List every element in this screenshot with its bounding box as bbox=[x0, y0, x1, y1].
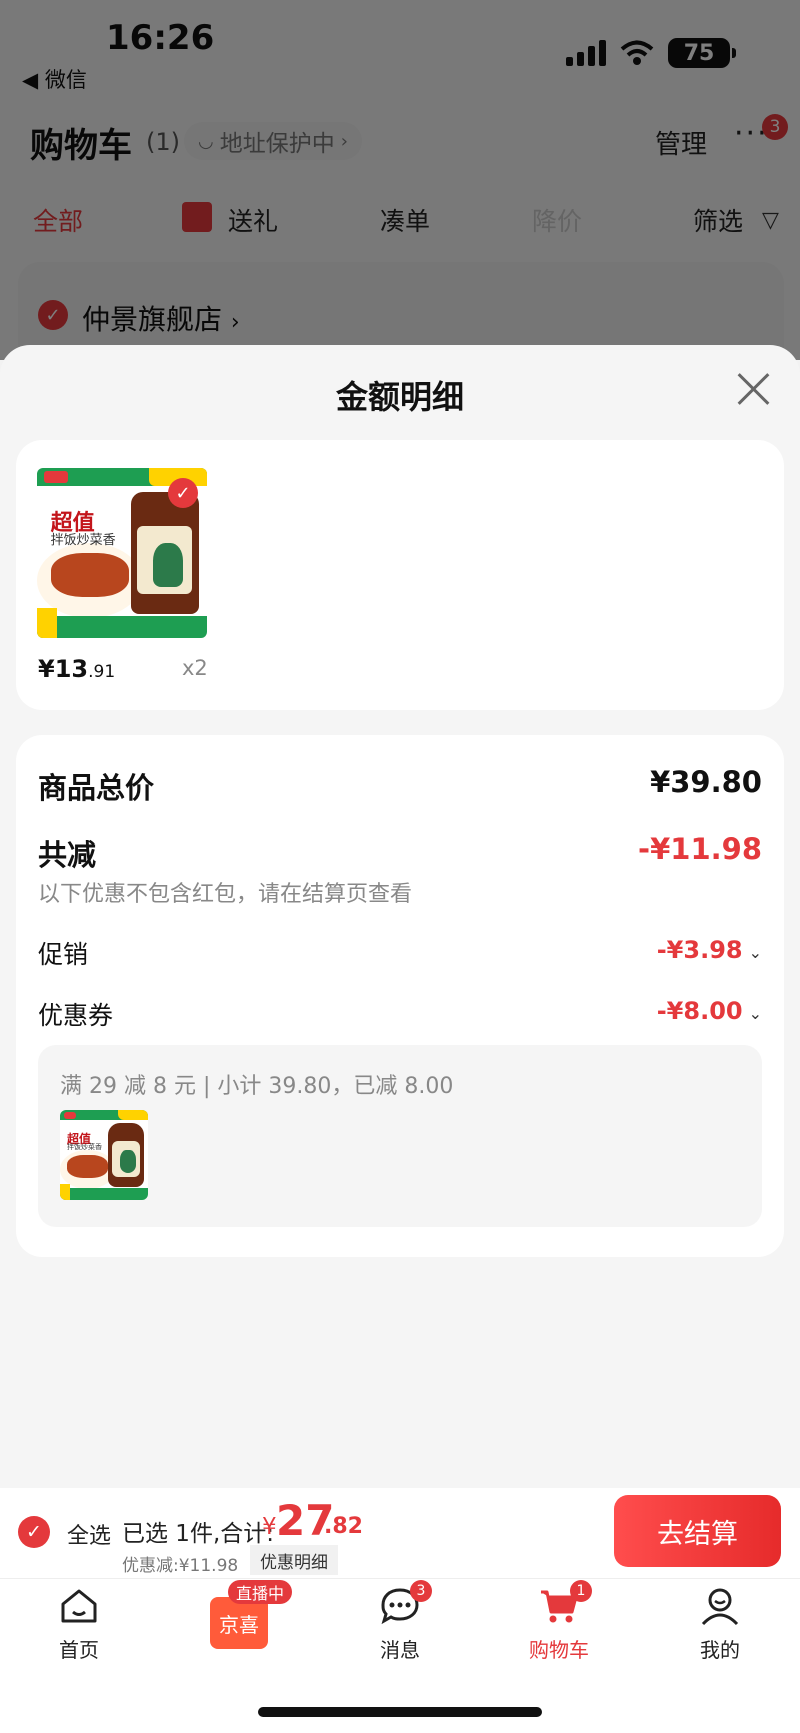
checkout-button[interactable]: 去结算 bbox=[614, 1495, 781, 1567]
selected-summary: 已选 1件,合计: bbox=[122, 1521, 275, 1547]
promo-value[interactable]: -¥3.98 ⌄ bbox=[657, 936, 762, 964]
user-icon bbox=[701, 1588, 739, 1626]
chevron-down-icon: ⌄ bbox=[748, 943, 762, 962]
product-qty: x2 bbox=[182, 656, 208, 680]
coupon-label: 优惠券 bbox=[38, 1001, 114, 1030]
chevron-down-icon: ⌄ bbox=[748, 1004, 762, 1023]
messages-badge: 3 bbox=[410, 1580, 432, 1602]
coupon-product-thumb[interactable]: 超值 拌饭炒菜香 bbox=[60, 1110, 148, 1200]
tab-cart[interactable]: 购物车 bbox=[504, 1586, 614, 1663]
dim-overlay[interactable] bbox=[0, 0, 800, 360]
selected-check-icon: ✓ bbox=[168, 478, 198, 508]
tab-me[interactable]: 我的 bbox=[665, 1586, 775, 1663]
discount-note: 以下优惠不包含红包，请在结算页查看 bbox=[38, 882, 413, 907]
discount-detail-button[interactable]: 优惠明细 bbox=[250, 1545, 338, 1575]
live-tag: 直播中 bbox=[228, 1580, 293, 1604]
tab-messages[interactable]: 消息 bbox=[345, 1586, 455, 1663]
total-reduce-value: -¥11.98 bbox=[638, 832, 762, 866]
coupon-detail-text: 满 29 减 8 元 | 小计 39.80，已减 8.00 bbox=[60, 1074, 454, 1099]
promo-label: 促销 bbox=[38, 940, 89, 969]
total-price-value: ¥39.80 bbox=[650, 765, 762, 799]
total-reduce-label: 共减 bbox=[38, 838, 97, 872]
select-all-checkbox[interactable]: ✓ bbox=[18, 1516, 50, 1548]
coupon-value[interactable]: -¥8.00 ⌄ bbox=[657, 997, 762, 1025]
select-all-label[interactable]: 全选 bbox=[67, 1518, 111, 1550]
tab-home[interactable]: 首页 bbox=[24, 1586, 134, 1663]
total-price-label: 商品总价 bbox=[38, 771, 155, 805]
home-icon bbox=[61, 1589, 97, 1623]
home-indicator[interactable] bbox=[258, 1707, 542, 1717]
discount-summary: 优惠减:¥11.98 bbox=[122, 1556, 239, 1576]
cart-badge: 1 bbox=[570, 1580, 592, 1602]
total-amount-dec: .82 bbox=[324, 1514, 363, 1539]
product-price: ¥13.91 bbox=[38, 655, 116, 683]
sheet-title: 金额明细 bbox=[335, 378, 464, 416]
live-icon[interactable]: 京喜 bbox=[210, 1597, 268, 1649]
close-icon[interactable] bbox=[736, 372, 770, 406]
total-currency: ¥ bbox=[262, 1514, 277, 1540]
